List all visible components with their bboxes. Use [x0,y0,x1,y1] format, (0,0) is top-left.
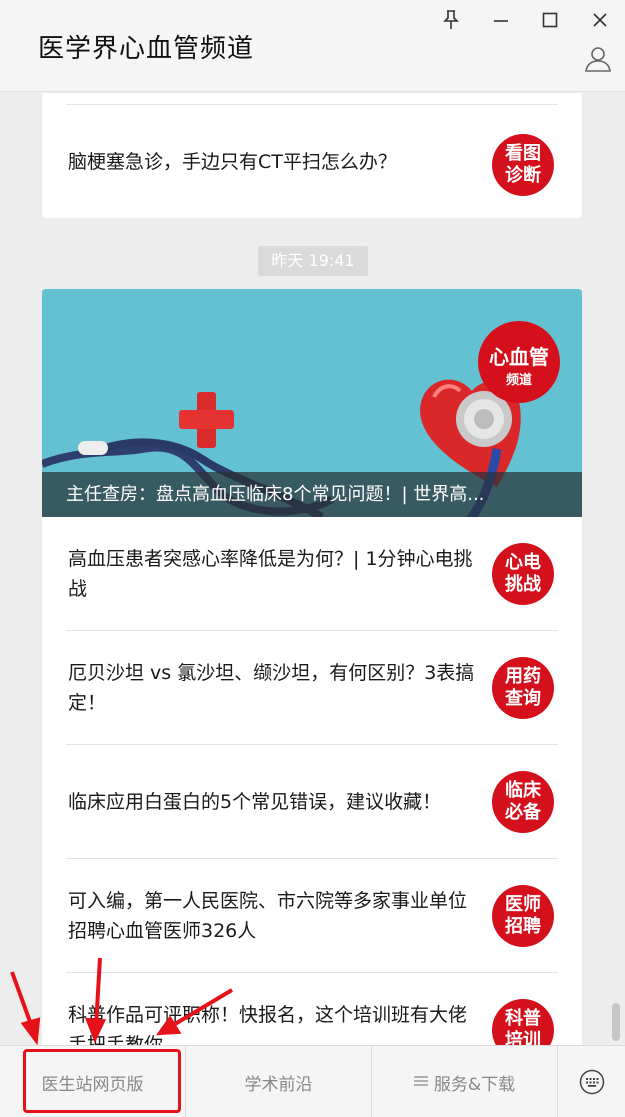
message-feed[interactable]: 脑梗塞急诊，手边只有CT平扫怎么办？ 看图诊断 昨天 19:41 心血管 频道 … [0,93,625,1045]
article-row[interactable]: 可入编，第一人民医院、市六院等多家事业单位招聘心血管医师326人 医师招聘 [42,859,582,973]
menu-service-download[interactable]: 服务&下载 [372,1046,557,1117]
article-badge: 临床必备 [492,771,554,833]
logo-main-text: 心血管 [489,345,549,369]
divider [66,104,558,105]
article-title[interactable]: 可入编，第一人民医院、市六院等多家事业单位招聘心血管医师326人 [68,886,478,946]
menu-label: 学术前沿 [244,1074,313,1095]
article-row[interactable]: 高血压患者突感心率降低是为何？| 1分钟心电挑战 心电挑战 [42,517,582,631]
previous-article-card[interactable]: 脑梗塞急诊，手边只有CT平扫怎么办？ 看图诊断 [42,93,582,218]
scrollbar-thumb[interactable] [612,1003,620,1041]
timestamp: 昨天 19:41 [258,246,368,276]
article-badge: 心电挑战 [492,543,554,605]
article-row[interactable]: 科普作品可评职称！快报名，这个培训班有大佬手把手教你 科普培训 [42,973,582,1045]
article-row[interactable]: 临床应用白蛋白的5个常见错误，建议收藏！ 临床必备 [42,745,582,859]
menu-academic-frontier[interactable]: 学术前沿 [186,1046,371,1117]
article-title[interactable]: 脑梗塞急诊，手边只有CT平扫怎么办？ [68,147,478,177]
article-title[interactable]: 临床应用白蛋白的5个常见错误，建议收藏！ [68,787,478,817]
channel-logo: 心血管 频道 [478,321,560,403]
menu-lines-icon [413,1072,428,1092]
logo-sub-text: 频道 [505,373,532,388]
article-badge: 看图诊断 [492,134,554,196]
keyboard-icon[interactable] [558,1046,625,1117]
menu-label: 服务&下载 [433,1074,516,1095]
close-icon[interactable] [585,6,615,34]
article-badge: 用药查询 [492,657,554,719]
maximize-icon[interactable] [535,6,565,34]
article-badge: 医师招聘 [492,885,554,947]
minimize-icon[interactable] [486,6,516,34]
user-profile-icon[interactable] [583,44,613,74]
highlight-box [23,1049,181,1113]
article-badge: 科普培训 [492,999,554,1045]
window-title: 医学界心血管频道 [38,34,255,64]
article-title[interactable]: 高血压患者突感心率降低是为何？| 1分钟心电挑战 [68,544,478,604]
article-title[interactable]: 科普作品可评职称！快报名，这个培训班有大佬手把手教你 [68,1000,478,1045]
article-group-card: 心血管 频道 主任查房：盘点高血压临床8个常见问题！| 世界高... 高血压患者… [42,289,582,1045]
title-bar: 医学界心血管频道 [0,0,625,92]
hero-caption[interactable]: 主任查房：盘点高血压临床8个常见问题！| 世界高... [42,472,582,517]
article-title[interactable]: 厄贝沙坦 vs 氯沙坦、缬沙坦，有何区别？3表搞定！ [68,658,478,718]
article-row[interactable]: 厄贝沙坦 vs 氯沙坦、缬沙坦，有何区别？3表搞定！ 用药查询 [42,631,582,745]
pin-icon[interactable] [436,6,466,34]
hero-article[interactable]: 心血管 频道 主任查房：盘点高血压临床8个常见问题！| 世界高... [42,289,582,517]
